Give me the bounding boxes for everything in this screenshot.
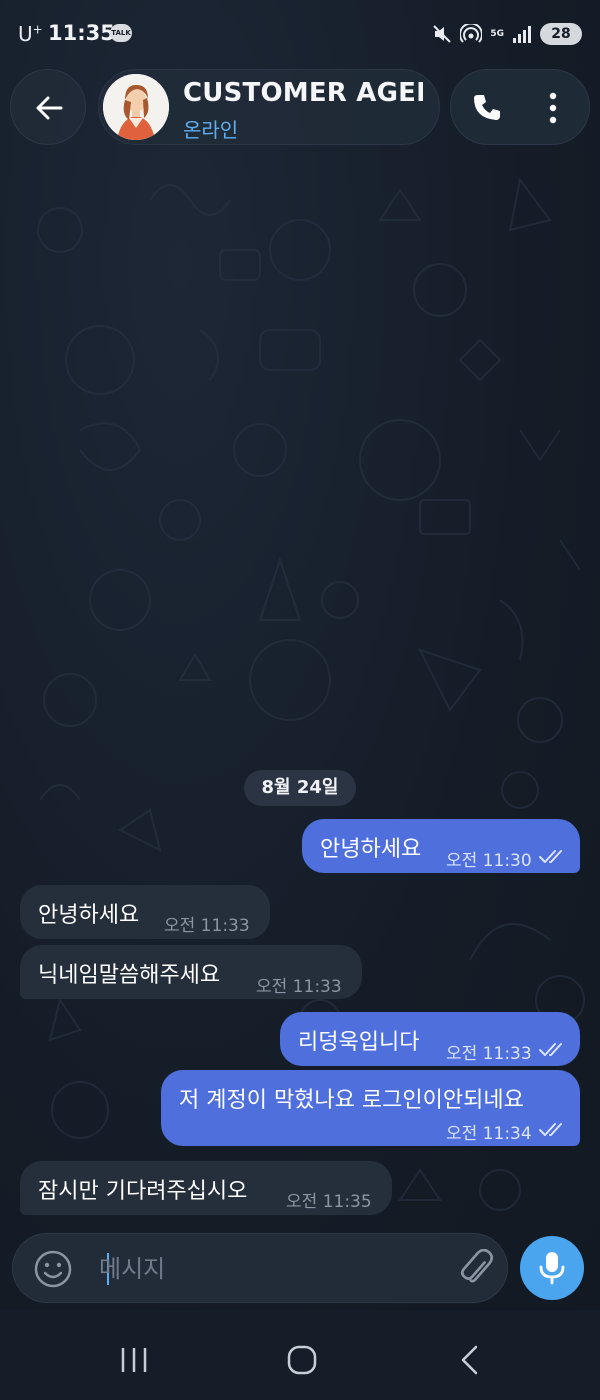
message-incoming[interactable]: 닉네임말씀해주세요 오전 11:33 <box>20 945 362 999</box>
battery-icon: 28 <box>540 23 582 45</box>
network-type-label: 5G <box>490 28 504 39</box>
emoji-button[interactable] <box>33 1249 73 1289</box>
message-time: 오전 11:30 <box>446 851 532 871</box>
message-incoming[interactable]: 안녕하세요 오전 11:33 <box>20 885 270 939</box>
message-text: 안녕하세요 <box>38 903 140 928</box>
system-navigation-bar <box>0 1310 600 1400</box>
carrier-label: U+ <box>18 22 43 46</box>
avatar[interactable] <box>103 74 169 140</box>
message-time: 오전 11:33 <box>164 916 250 936</box>
message-input[interactable] <box>99 1250 399 1288</box>
message-text: 저 계정이 막혔나요 로그인이안되네요 <box>179 1088 524 1113</box>
message-incoming[interactable]: 잠시만 기다려주십시오 오전 11:35 <box>20 1161 392 1215</box>
message-time: 오전 11:33 <box>256 977 342 997</box>
message-text: 닉네임말씀해주세요 <box>38 963 221 988</box>
message-time: 오전 11:35 <box>286 1192 372 1212</box>
chat-title: CUSTOMER AGEN <box>183 78 423 108</box>
signal-icon <box>513 26 531 43</box>
message-outgoing[interactable]: 안녕하세요 오전 11:30 <box>302 819 580 873</box>
message-time: 오전 11:33 <box>446 1044 532 1064</box>
message-outgoing[interactable]: 저 계정이 막혔나요 로그인이안되네요 오전 11:34 <box>161 1070 580 1146</box>
home-button[interactable] <box>282 1342 322 1378</box>
attach-button[interactable] <box>457 1248 497 1289</box>
voice-record-button[interactable] <box>520 1236 584 1300</box>
header-actions <box>450 69 590 145</box>
hotspot-icon <box>460 24 483 43</box>
read-check-icon <box>539 850 562 863</box>
avatar-image <box>103 74 169 140</box>
phone-icon <box>474 95 500 120</box>
read-check-icon <box>539 1123 562 1136</box>
recent-apps-button[interactable] <box>114 1342 154 1378</box>
message-text: 리덩욱입니다 <box>298 1030 420 1055</box>
paperclip-icon <box>460 1248 494 1283</box>
microphone-icon <box>539 1252 565 1285</box>
back-button[interactable] <box>10 69 86 145</box>
online-status: 온라인 <box>183 118 239 142</box>
emoji-icon <box>34 1250 72 1288</box>
status-bar: U+ 11:35 TALK 5G 28 <box>0 0 600 66</box>
status-time: 11:35 <box>48 21 115 45</box>
talk-notification-icon: TALK <box>110 24 132 42</box>
chat-header[interactable]: CUSTOMER AGEN 온라인 <box>98 69 440 145</box>
back-arrow-icon <box>36 96 63 120</box>
message-text: 잠시만 기다려주십시오 <box>38 1179 248 1204</box>
message-text: 안녕하세요 <box>320 837 422 862</box>
recent-apps-icon <box>121 1348 147 1372</box>
call-button[interactable] <box>469 90 505 126</box>
more-options-button[interactable] <box>537 90 569 126</box>
message-time: 오전 11:34 <box>446 1124 532 1144</box>
mute-icon <box>433 25 452 43</box>
chevron-left-icon <box>461 1345 478 1375</box>
battery-level: 28 <box>551 26 571 42</box>
home-icon <box>287 1345 317 1375</box>
read-check-icon <box>539 1043 562 1056</box>
more-vertical-icon <box>549 92 557 124</box>
date-separator: 8월 24일 <box>244 770 356 806</box>
message-outgoing[interactable]: 리덩욱입니다 오전 11:33 <box>280 1012 580 1066</box>
system-back-button[interactable] <box>450 1342 490 1378</box>
status-icons: 5G 28 <box>432 22 582 46</box>
message-composer <box>12 1233 508 1303</box>
